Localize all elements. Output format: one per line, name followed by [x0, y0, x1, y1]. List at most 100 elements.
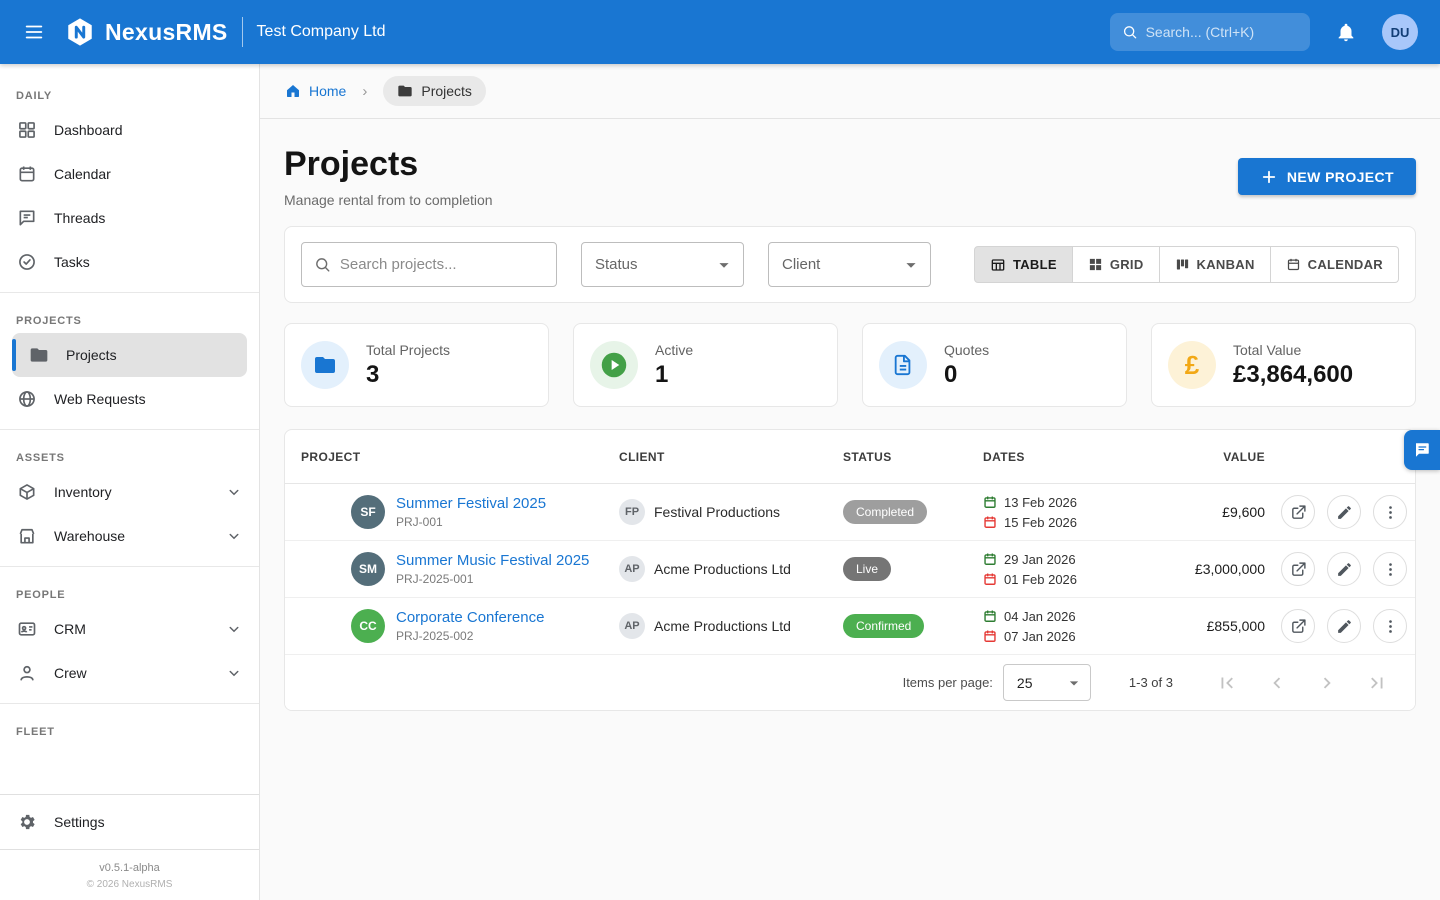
status-badge: Confirmed: [843, 614, 924, 638]
dropdown-arrow-icon: [1064, 673, 1084, 693]
table-row: SM Summer Music Festival 2025 PRJ-2025-0…: [285, 541, 1415, 598]
client-filter-select[interactable]: Client: [768, 242, 931, 287]
sidebar-item-label: Tasks: [54, 254, 90, 270]
client-name: Festival Productions: [654, 504, 780, 520]
open-in-new-icon: [1290, 618, 1307, 635]
calendar-icon: [1286, 257, 1301, 272]
breadcrumb-home-label: Home: [309, 83, 346, 99]
chevron-down-icon: [225, 620, 243, 638]
start-date: 04 Jan 2026: [1004, 609, 1076, 624]
stat-quotes: Quotes 0: [862, 323, 1127, 407]
column-header-dates: DATES: [967, 450, 1143, 464]
global-search[interactable]: [1110, 13, 1310, 51]
open-project-button[interactable]: [1281, 552, 1315, 586]
view-calendar-button[interactable]: CALENDAR: [1271, 246, 1399, 283]
chevron-left-icon: [1266, 672, 1288, 694]
sidebar-item-label: Inventory: [54, 484, 112, 500]
first-page-button[interactable]: [1207, 663, 1247, 703]
end-date-icon: [983, 515, 997, 529]
section-label-fleet: FLEET: [0, 712, 259, 744]
main-content: Home › Projects Projects Manage rental f…: [260, 64, 1440, 900]
warehouse-icon: [16, 526, 38, 546]
page-title: Projects: [284, 145, 493, 184]
start-date-icon: [983, 552, 997, 566]
items-per-page-select[interactable]: 25: [1003, 664, 1091, 701]
edit-project-button[interactable]: [1327, 609, 1361, 643]
sidebar-item-crm[interactable]: CRM: [0, 607, 259, 651]
next-page-button[interactable]: [1307, 663, 1347, 703]
project-code: PRJ-2025-001: [396, 572, 589, 586]
chevron-down-icon: [225, 664, 243, 682]
pound-icon: £: [1168, 341, 1216, 389]
view-kanban-button[interactable]: KANBAN: [1160, 246, 1271, 283]
sidebar-item-inventory[interactable]: Inventory: [0, 470, 259, 514]
open-project-button[interactable]: [1281, 495, 1315, 529]
new-project-button[interactable]: NEW PROJECT: [1238, 158, 1416, 195]
project-code: PRJ-001: [396, 515, 546, 529]
table-pagination: Items per page: 25 1-3 of 3: [285, 655, 1415, 710]
sidebar-item-settings[interactable]: Settings: [0, 795, 259, 849]
person-icon: [16, 663, 38, 683]
feedback-tab[interactable]: [1404, 430, 1440, 470]
project-code: PRJ-2025-002: [396, 629, 544, 643]
section-label-assets: ASSETS: [0, 438, 259, 470]
sidebar-item-tasks[interactable]: Tasks: [0, 240, 259, 284]
sidebar-item-crew[interactable]: Crew: [0, 651, 259, 695]
client-avatar: AP: [619, 613, 645, 639]
menu-button[interactable]: [14, 12, 54, 52]
app-name: NexusRMS: [105, 19, 228, 46]
filter-bar: Status Client TABLE GRID KANBAN CALENDAR: [284, 226, 1416, 303]
status-filter-select[interactable]: Status: [581, 242, 744, 287]
view-grid-button[interactable]: GRID: [1073, 246, 1160, 283]
search-icon: [314, 255, 331, 274]
notifications-button[interactable]: [1326, 12, 1366, 52]
user-avatar[interactable]: DU: [1382, 14, 1418, 50]
project-avatar: CC: [351, 609, 385, 643]
view-table-button[interactable]: TABLE: [974, 246, 1073, 283]
more-actions-button[interactable]: [1373, 495, 1407, 529]
more-actions-button[interactable]: [1373, 552, 1407, 586]
view-grid-label: GRID: [1110, 257, 1144, 272]
sidebar-item-label: Projects: [66, 347, 117, 363]
breadcrumb-current[interactable]: Projects: [383, 76, 486, 106]
sidebar-item-web-requests[interactable]: Web Requests: [0, 377, 259, 421]
edit-project-button[interactable]: [1327, 552, 1361, 586]
previous-page-button[interactable]: [1257, 663, 1297, 703]
project-name-link[interactable]: Corporate Conference: [396, 609, 544, 626]
sidebar-item-warehouse[interactable]: Warehouse: [0, 514, 259, 558]
more-actions-button[interactable]: [1373, 609, 1407, 643]
sidebar-item-label: Calendar: [54, 166, 111, 182]
stat-label: Quotes: [944, 342, 989, 358]
sidebar-item-projects[interactable]: Projects: [12, 333, 247, 377]
folder-icon: [397, 83, 413, 99]
sidebar-bottom: Settings v0.5.1-alpha © 2026 NexusRMS: [0, 794, 259, 900]
gear-icon: [16, 812, 38, 832]
stat-active: Active 1: [573, 323, 838, 407]
status-badge: Live: [843, 557, 891, 581]
project-search-input[interactable]: [340, 256, 544, 273]
sidebar-item-label: Dashboard: [54, 122, 123, 138]
breadcrumb-home[interactable]: Home: [284, 82, 346, 100]
edit-project-button[interactable]: [1327, 495, 1361, 529]
project-avatar: SM: [351, 552, 385, 586]
folder-icon: [301, 341, 349, 389]
project-name-link[interactable]: Summer Festival 2025: [396, 495, 546, 512]
start-date-icon: [983, 495, 997, 509]
project-name-link[interactable]: Summer Music Festival 2025: [396, 552, 589, 569]
sidebar-item-calendar[interactable]: Calendar: [0, 152, 259, 196]
client-filter-label: Client: [782, 256, 820, 273]
sidebar-item-threads[interactable]: Threads: [0, 196, 259, 240]
global-search-input[interactable]: [1146, 24, 1298, 40]
open-project-button[interactable]: [1281, 609, 1315, 643]
end-date: 07 Jan 2026: [1004, 629, 1076, 644]
stat-value: £3,864,600: [1233, 361, 1353, 389]
end-date-icon: [983, 629, 997, 643]
client-avatar: FP: [619, 499, 645, 525]
grid-icon: [1088, 257, 1103, 272]
sidebar-item-dashboard[interactable]: Dashboard: [0, 108, 259, 152]
pencil-icon: [1336, 504, 1353, 521]
last-page-button[interactable]: [1357, 663, 1397, 703]
page-subtitle: Manage rental from to completion: [284, 192, 493, 208]
column-header-value: VALUE: [1143, 450, 1265, 464]
project-search[interactable]: [301, 242, 557, 287]
